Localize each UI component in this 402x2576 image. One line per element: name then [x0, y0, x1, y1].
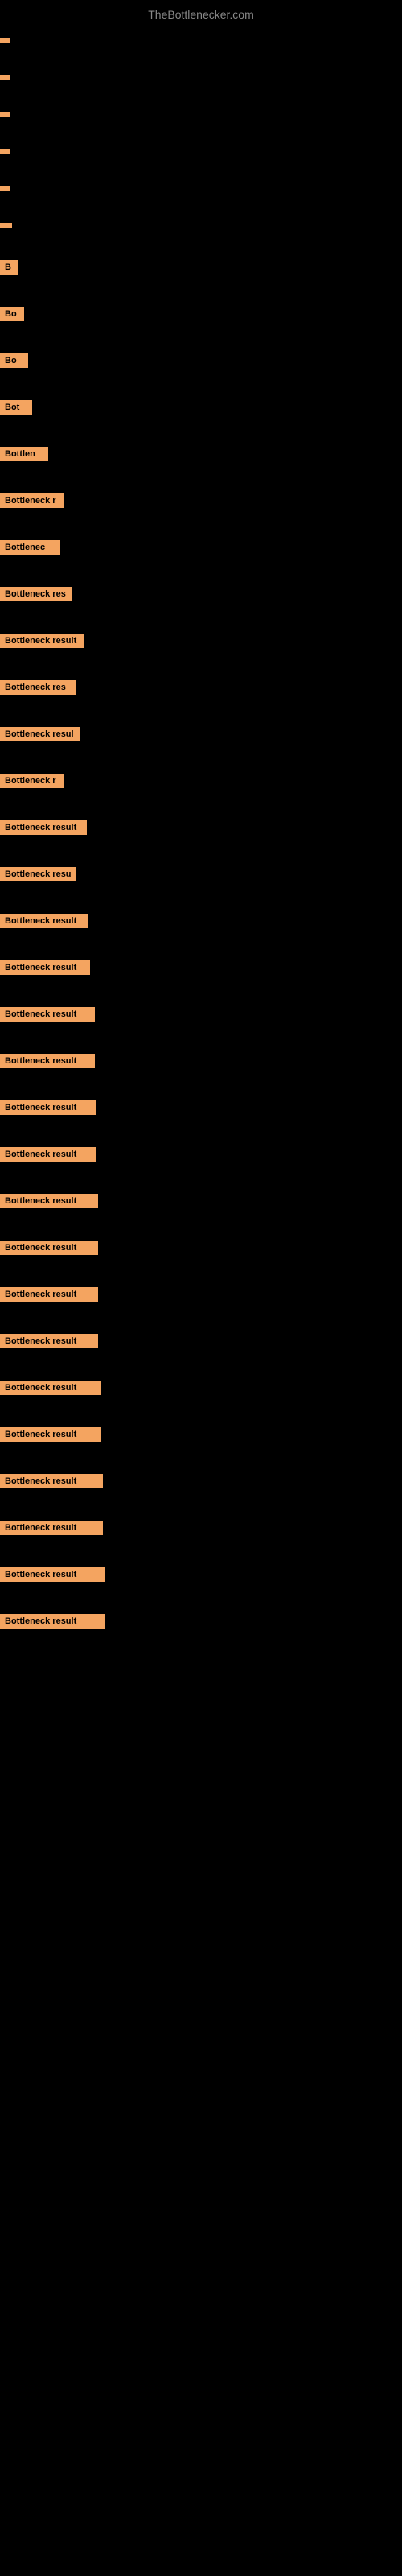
- label-box-7: B: [0, 260, 18, 275]
- chart-row-12: Bottleneck r: [0, 489, 402, 513]
- label-box-12: Bottleneck r: [0, 493, 64, 508]
- chart-row-32: Bottleneck result: [0, 1422, 402, 1447]
- chart-row-13: Bottlenec: [0, 535, 402, 559]
- label-box-20: Bottleneck resu: [0, 867, 76, 881]
- site-title-container: TheBottlenecker.com: [0, 0, 402, 25]
- chart-row-28: Bottleneck result: [0, 1236, 402, 1260]
- chart-row-9: Bo: [0, 349, 402, 373]
- chart-row-7: B: [0, 255, 402, 279]
- chart-row-30: Bottleneck result: [0, 1329, 402, 1353]
- label-box-24: Bottleneck result: [0, 1054, 95, 1068]
- chart-row-8: Bo: [0, 302, 402, 326]
- chart-row-10: Bot: [0, 395, 402, 419]
- label-box-30: Bottleneck result: [0, 1334, 98, 1348]
- chart-row-6: [0, 218, 402, 233]
- label-box-11: Bottlen: [0, 447, 48, 461]
- label-box-1: [0, 38, 10, 43]
- chart-row-27: Bottleneck result: [0, 1189, 402, 1213]
- chart-row-16: Bottleneck res: [0, 675, 402, 700]
- label-box-3: [0, 112, 10, 117]
- chart-row-34: Bottleneck result: [0, 1516, 402, 1540]
- label-box-27: Bottleneck result: [0, 1194, 98, 1208]
- chart-row-17: Bottleneck resul: [0, 722, 402, 746]
- chart-row-31: Bottleneck result: [0, 1376, 402, 1400]
- label-box-6: [0, 223, 12, 228]
- label-box-10: Bot: [0, 400, 32, 415]
- chart-row-18: Bottleneck r: [0, 769, 402, 793]
- chart-row-14: Bottleneck res: [0, 582, 402, 606]
- chart-row-4: [0, 144, 402, 159]
- chart-container: B Bo Bo Bot Bottlen Bottleneck r Bottlenec Bott…: [0, 25, 402, 1664]
- label-box-33: Bottleneck result: [0, 1474, 103, 1488]
- label-box-22: Bottleneck result: [0, 960, 90, 975]
- chart-row-25: Bottleneck result: [0, 1096, 402, 1120]
- label-box-17: Bottleneck resul: [0, 727, 80, 741]
- label-box-4: [0, 149, 10, 154]
- label-box-18: Bottleneck r: [0, 774, 64, 788]
- chart-row-15: Bottleneck result: [0, 629, 402, 653]
- chart-row-20: Bottleneck resu: [0, 862, 402, 886]
- label-box-19: Bottleneck result: [0, 820, 87, 835]
- chart-row-19: Bottleneck result: [0, 815, 402, 840]
- label-box-32: Bottleneck result: [0, 1427, 100, 1442]
- chart-row-33: Bottleneck result: [0, 1469, 402, 1493]
- chart-row-3: [0, 107, 402, 122]
- chart-row-22: Bottleneck result: [0, 956, 402, 980]
- label-box-5: [0, 186, 10, 191]
- label-box-26: Bottleneck result: [0, 1147, 96, 1162]
- label-box-28: Bottleneck result: [0, 1241, 98, 1255]
- chart-row-2: [0, 70, 402, 85]
- chart-row-5: [0, 181, 402, 196]
- chart-row-29: Bottleneck result: [0, 1282, 402, 1307]
- chart-row-1: [0, 33, 402, 47]
- label-box-13: Bottlenec: [0, 540, 60, 555]
- label-box-35: Bottleneck result: [0, 1567, 105, 1582]
- chart-row-36: Bottleneck result: [0, 1609, 402, 1633]
- label-box-25: Bottleneck result: [0, 1100, 96, 1115]
- chart-row-21: Bottleneck result: [0, 909, 402, 933]
- label-box-31: Bottleneck result: [0, 1381, 100, 1395]
- label-box-21: Bottleneck result: [0, 914, 88, 928]
- label-box-14: Bottleneck res: [0, 587, 72, 601]
- label-box-34: Bottleneck result: [0, 1521, 103, 1535]
- label-box-15: Bottleneck result: [0, 634, 84, 648]
- chart-row-26: Bottleneck result: [0, 1142, 402, 1166]
- site-title: TheBottlenecker.com: [0, 0, 402, 25]
- chart-row-35: Bottleneck result: [0, 1563, 402, 1587]
- chart-row-11: Bottlen: [0, 442, 402, 466]
- chart-row-23: Bottleneck result: [0, 1002, 402, 1026]
- label-box-16: Bottleneck res: [0, 680, 76, 695]
- chart-row-24: Bottleneck result: [0, 1049, 402, 1073]
- label-box-2: [0, 75, 10, 80]
- label-box-8: Bo: [0, 307, 24, 321]
- label-box-23: Bottleneck result: [0, 1007, 95, 1022]
- label-box-29: Bottleneck result: [0, 1287, 98, 1302]
- label-box-36: Bottleneck result: [0, 1614, 105, 1629]
- label-box-9: Bo: [0, 353, 28, 368]
